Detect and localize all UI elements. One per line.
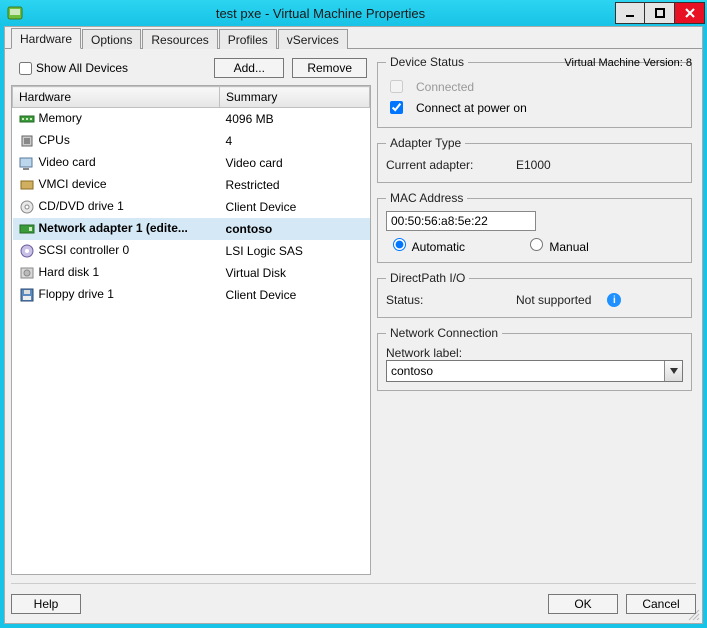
mac-address-legend: MAC Address [386,191,467,205]
hw-name: CPUs [39,133,70,147]
tab-options[interactable]: Options [82,29,141,49]
hw-summary: LSI Logic SAS [220,240,370,262]
table-row[interactable]: Video card Video card [13,152,370,174]
adapter-type-group: Adapter Type Current adapter: E1000 [377,136,692,183]
hw-summary: Client Device [220,284,370,306]
current-adapter-value: E1000 [516,158,551,172]
hw-name: CD/DVD drive 1 [39,199,124,213]
current-adapter-label: Current adapter: [386,158,506,172]
cpu-icon [19,133,35,149]
directpath-status-label: Status: [386,293,506,307]
network-label-value: contoso [387,364,664,378]
mac-address-input[interactable] [386,211,536,231]
show-all-devices-input[interactable] [19,62,32,75]
connect-at-power-on-checkbox[interactable] [390,101,403,114]
table-row[interactable]: Memory 4096 MB [13,108,370,131]
hw-name: Video card [39,155,96,169]
close-button[interactable] [675,2,705,24]
info-icon[interactable]: i [607,293,621,307]
table-row[interactable]: CPUs 4 [13,130,370,152]
col-summary[interactable]: Summary [220,87,370,108]
hw-summary: Restricted [220,174,370,196]
col-hardware[interactable]: Hardware [13,87,220,108]
hw-name: SCSI controller 0 [39,243,130,257]
mac-manual-radio[interactable]: Manual [525,235,589,254]
vm-version-label: Virtual Machine Version: 8 [564,57,692,69]
scsi-icon [19,243,35,259]
floppy-icon [19,287,35,303]
vmci-icon [19,177,35,193]
hw-summary: contoso [220,218,370,240]
hw-name: Floppy drive 1 [39,287,114,301]
device-status-legend: Device Status [386,55,468,69]
table-row[interactable]: CD/DVD drive 1 Client Device [13,196,370,218]
cd-icon [19,199,35,215]
tab-vservices[interactable]: vServices [278,29,348,49]
hw-name: Network adapter 1 (edite... [39,221,188,235]
network-label-label: Network label: [386,346,683,360]
connected-label: Connected [416,80,474,94]
hw-name: Hard disk 1 [39,265,100,279]
network-label-dropdown[interactable]: contoso [386,360,683,382]
table-row[interactable]: Hard disk 1 Virtual Disk [13,262,370,284]
memory-icon [19,111,35,127]
app-icon [4,2,26,24]
show-all-devices-label: Show All Devices [36,61,128,75]
adapter-type-legend: Adapter Type [386,136,465,150]
table-row[interactable]: VMCI device Restricted [13,174,370,196]
window-title: test pxe - Virtual Machine Properties [26,6,615,21]
maximize-button[interactable] [645,2,675,24]
minimize-button[interactable] [615,2,645,24]
table-row[interactable]: SCSI controller 0 LSI Logic SAS [13,240,370,262]
hw-summary: 4 [220,130,370,152]
hw-summary: Virtual Disk [220,262,370,284]
tab-hardware[interactable]: Hardware [11,28,81,49]
hw-summary: 4096 MB [220,108,370,131]
add-button[interactable]: Add... [214,58,284,78]
hw-name: VMCI device [39,177,107,191]
table-row[interactable]: Floppy drive 1 Client Device [13,284,370,306]
network-connection-legend: Network Connection [386,326,502,340]
ok-button[interactable]: OK [548,594,618,614]
connect-at-power-on-label: Connect at power on [416,101,527,115]
network-connection-group: Network Connection Network label: contos… [377,326,692,391]
chevron-down-icon[interactable] [664,361,682,381]
mac-address-group: MAC Address Automatic Manual [377,191,692,263]
disk-icon [19,265,35,281]
remove-button[interactable]: Remove [292,58,367,78]
show-all-devices-checkbox[interactable]: Show All Devices [15,59,206,78]
directpath-status-value: Not supported [516,293,591,307]
hw-summary: Video card [220,152,370,174]
hardware-list[interactable]: Hardware Summary Memory4096 MBCPUs4Video… [11,85,371,575]
tab-resources[interactable]: Resources [142,29,217,49]
nic-icon [19,221,35,237]
connected-checkbox [390,80,403,93]
resize-grip-icon[interactable] [686,607,700,621]
directpath-group: DirectPath I/O Status: Not supported i [377,271,692,318]
video-icon [19,155,35,171]
hw-name: Memory [39,111,82,125]
directpath-legend: DirectPath I/O [386,271,469,285]
tab-profiles[interactable]: Profiles [219,29,277,49]
hw-summary: Client Device [220,196,370,218]
help-button[interactable]: Help [11,594,81,614]
mac-automatic-radio[interactable]: Automatic [388,235,465,254]
table-row[interactable]: Network adapter 1 (edite... contoso [13,218,370,240]
